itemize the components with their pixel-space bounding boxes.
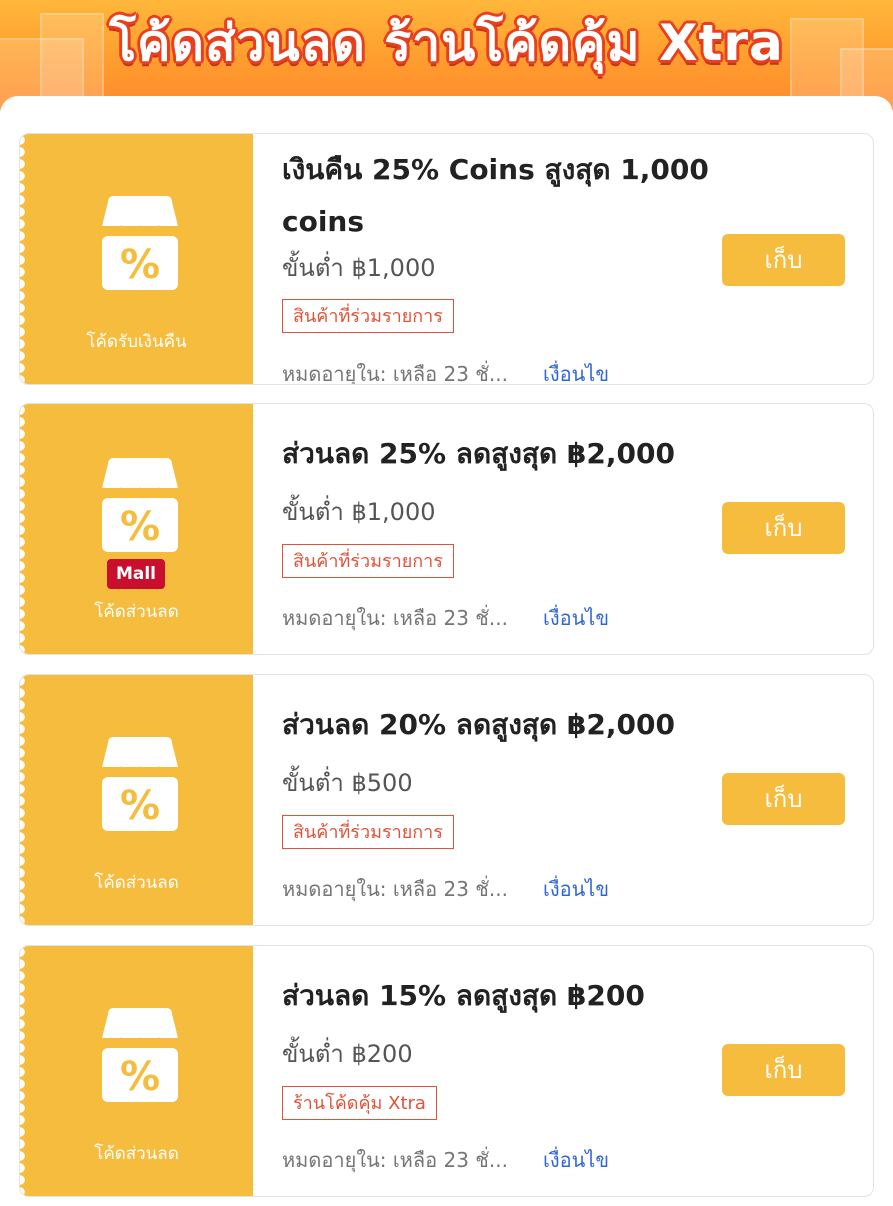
collect-button[interactable]: เก็บ <box>722 773 845 825</box>
svg-text:%: % <box>120 1054 160 1100</box>
conditions-link[interactable]: เงื่อนไข <box>543 602 609 634</box>
conditions-link[interactable]: เงื่อนไข <box>543 873 609 905</box>
eligibility-tag: สินค้าที่ร่วมรายการ <box>282 815 454 849</box>
collect-button[interactable]: เก็บ <box>722 1044 845 1096</box>
shop-percent-icon: % <box>101 1008 179 1102</box>
stub-label: โค้ดรับเงินคืน <box>86 332 187 352</box>
coupon-stub: % โค้ดส่วนลด <box>20 946 253 1196</box>
collect-button[interactable]: เก็บ <box>722 234 845 286</box>
min-spend-text: ขั้นต่ำ ฿1,000 <box>282 498 436 526</box>
coupon-title: ส่วนลด 20% ลดสูงสุด ฿2,000 <box>282 708 675 741</box>
expiry-text: หมดอายุใน: เหลือ 23 ชั่... <box>282 362 508 385</box>
coupon-card: % โค้ดส่วนลด ส่วนลด 20% ลดสูงสุด ฿2,000 … <box>19 674 874 926</box>
svg-text:%: % <box>120 504 160 550</box>
stub-label: โค้ดส่วนลด <box>94 873 179 893</box>
shop-percent-icon: % <box>101 458 179 552</box>
expiry-text: หมดอายุใน: เหลือ 23 ชั่... <box>282 606 508 630</box>
stub-label: โค้ดส่วนลด <box>94 1144 179 1164</box>
coupon-card: % Mall โค้ดส่วนลด ส่วนลด 25% ลดสูงสุด ฿2… <box>19 403 874 655</box>
coupon-card: % โค้ดรับเงินคืน เงินคืน 25% Coins สูงสุ… <box>19 133 874 385</box>
coupon-title: ส่วนลด 25% ลดสูงสุด ฿2,000 <box>282 437 675 470</box>
conditions-link[interactable]: เงื่อนไข <box>543 1144 609 1176</box>
coupon-stub: % โค้ดส่วนลด <box>20 675 253 925</box>
coupon-title: เงินคืน 25% Coins สูงสุด 1,000 coins <box>282 153 709 238</box>
eligibility-tag: ร้านโค้ดคุ้ม Xtra <box>282 1086 437 1120</box>
coupon-card: % โค้ดส่วนลด ส่วนลด 15% ลดสูงสุด ฿200 ขั… <box>19 945 874 1197</box>
min-spend-text: ขั้นต่ำ ฿200 <box>282 1040 413 1068</box>
shop-percent-icon: % <box>101 196 179 290</box>
stub-label: โค้ดส่วนลด <box>94 602 179 622</box>
coupon-stub: % โค้ดรับเงินคืน <box>20 134 253 384</box>
banner-title: โค้ดส่วนลด ร้านโค้ดคุ้ม Xtra <box>109 14 784 72</box>
svg-text:%: % <box>120 783 160 829</box>
mall-badge: Mall <box>107 559 165 589</box>
coupon-stub: % Mall โค้ดส่วนลด <box>20 404 253 654</box>
coupon-title: ส่วนลด 15% ลดสูงสุด ฿200 <box>282 979 645 1012</box>
conditions-link[interactable]: เงื่อนไข <box>543 358 609 384</box>
shop-percent-icon: % <box>101 737 179 831</box>
expiry-text: หมดอายุใน: เหลือ 23 ชั่... <box>282 1148 508 1172</box>
collect-button[interactable]: เก็บ <box>722 502 845 554</box>
min-spend-text: ขั้นต่ำ ฿500 <box>282 769 413 797</box>
svg-text:%: % <box>120 242 160 288</box>
expiry-text: หมดอายุใน: เหลือ 23 ชั่... <box>282 877 508 901</box>
coupon-list-panel: % โค้ดรับเงินคืน เงินคืน 25% Coins สูงสุ… <box>0 96 893 1206</box>
eligibility-tag: สินค้าที่ร่วมรายการ <box>282 299 454 333</box>
min-spend-text: ขั้นต่ำ ฿1,000 <box>282 254 436 282</box>
eligibility-tag: สินค้าที่ร่วมรายการ <box>282 544 454 578</box>
